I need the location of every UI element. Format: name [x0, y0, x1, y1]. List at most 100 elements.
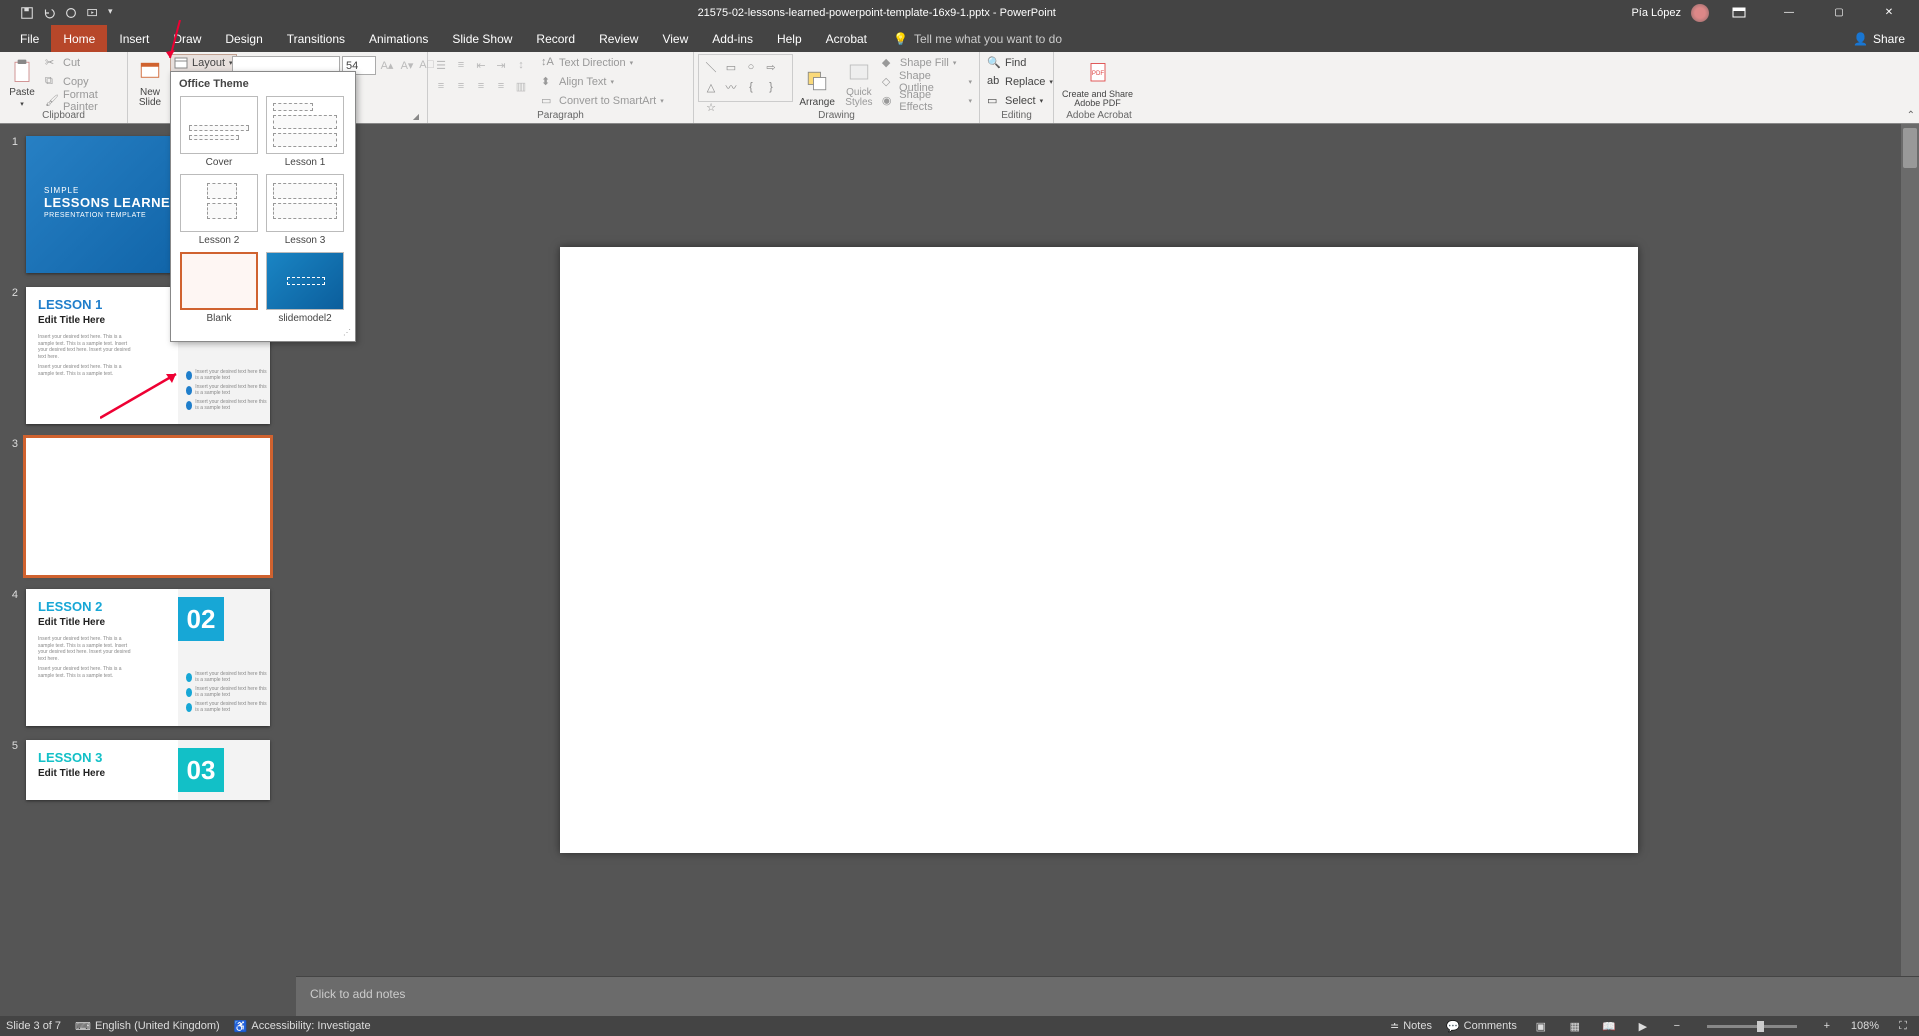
accessibility-status[interactable]: ♿Accessibility: Investigate — [234, 1020, 371, 1033]
share-button[interactable]: 👤 Share — [1839, 25, 1919, 52]
tab-review[interactable]: Review — [587, 25, 650, 52]
layout-option-lesson3[interactable]: Lesson 3 — [265, 174, 345, 246]
collapse-ribbon-icon[interactable]: ⌃ — [1907, 110, 1915, 121]
layout-option-lesson2[interactable]: Lesson 2 — [179, 174, 259, 246]
tab-transitions[interactable]: Transitions — [275, 25, 357, 52]
qat-more-icon[interactable]: ▾ — [108, 6, 122, 20]
shape-rect-icon[interactable]: ▭ — [722, 58, 740, 76]
shape-brace2-icon[interactable]: } — [762, 78, 780, 96]
text-direction-button[interactable]: ↕AText Direction▾ — [538, 54, 667, 72]
align-center-icon[interactable]: ≡ — [452, 77, 470, 95]
numbering-icon[interactable]: ≡ — [452, 56, 470, 74]
tab-view[interactable]: View — [650, 25, 700, 52]
shape-arrow-icon[interactable]: ⇨ — [762, 58, 780, 76]
bullets-icon[interactable]: ☰ — [432, 56, 450, 74]
editing-group-label: Editing — [984, 110, 1049, 123]
shape-oval-icon[interactable]: ○ — [742, 58, 760, 76]
resize-grip-icon[interactable]: ⋰ — [171, 326, 355, 337]
vertical-scrollbar[interactable] — [1901, 124, 1919, 976]
arrange-button[interactable]: Arrange — [795, 54, 839, 110]
format-painter-button[interactable]: 🖌Format Painter — [42, 92, 123, 110]
shape-triangle-icon[interactable]: △ — [702, 78, 720, 96]
notes-pane[interactable]: Click to add notes — [296, 976, 1919, 1016]
user-name[interactable]: Pía López — [1631, 7, 1681, 19]
columns-icon[interactable]: ▥ — [512, 77, 530, 95]
shape-effects-button[interactable]: ◉Shape Effects▾ — [879, 92, 975, 110]
layout-option-lesson1[interactable]: Lesson 1 — [265, 96, 345, 168]
tab-home[interactable]: Home — [51, 25, 107, 52]
tab-design[interactable]: Design — [213, 25, 274, 52]
create-share-pdf-button[interactable]: PDF Create and Share Adobe PDF — [1058, 54, 1137, 110]
slide-info[interactable]: Slide 3 of 7 — [6, 1020, 61, 1032]
annotation-arrow-1 — [165, 20, 195, 60]
layout-option-cover[interactable]: Cover — [179, 96, 259, 168]
normal-view-icon[interactable]: ▣ — [1531, 1018, 1551, 1034]
paste-icon — [8, 57, 36, 85]
new-slide-button[interactable]: New Slide — [132, 54, 168, 110]
font-launcher-icon[interactable]: ◢ — [411, 112, 421, 122]
user-avatar[interactable] — [1691, 4, 1709, 22]
line-spacing-icon[interactable]: ↕ — [512, 56, 530, 74]
tab-animations[interactable]: Animations — [357, 25, 440, 52]
tell-me-search[interactable]: 💡 Tell me what you want to do — [879, 25, 1062, 52]
increase-font-icon[interactable]: A▴ — [378, 56, 396, 74]
align-text-button[interactable]: ⬍Align Text▾ — [538, 73, 667, 91]
slideshow-view-icon[interactable]: ▶ — [1633, 1018, 1653, 1034]
increase-indent-icon[interactable]: ⇥ — [492, 56, 510, 74]
justify-icon[interactable]: ≡ — [492, 77, 510, 95]
slide-canvas[interactable] — [560, 247, 1638, 853]
ribbon-display-icon[interactable] — [1719, 0, 1759, 25]
notes-toggle[interactable]: ≐Notes — [1390, 1020, 1432, 1033]
decrease-font-icon[interactable]: A▾ — [398, 56, 416, 74]
undo-icon[interactable] — [42, 6, 56, 20]
sorter-view-icon[interactable]: ▦ — [1565, 1018, 1585, 1034]
tab-addins[interactable]: Add-ins — [700, 25, 765, 52]
align-right-icon[interactable]: ≡ — [472, 77, 490, 95]
close-button[interactable]: ✕ — [1869, 0, 1909, 25]
slide-thumb-4[interactable]: LESSON 2 Edit Title Here Insert your des… — [26, 589, 270, 726]
shape-brace-icon[interactable]: { — [742, 78, 760, 96]
tab-record[interactable]: Record — [524, 25, 587, 52]
save-icon[interactable] — [20, 6, 34, 20]
comments-toggle[interactable]: 💬Comments — [1446, 1020, 1517, 1033]
paste-button[interactable]: Paste ▾ — [4, 54, 40, 110]
minimize-button[interactable]: — — [1769, 0, 1809, 25]
zoom-in-icon[interactable]: + — [1817, 1018, 1837, 1034]
redo-icon[interactable] — [64, 6, 78, 20]
shape-curve-icon[interactable]: 〰 — [722, 78, 740, 96]
tab-help[interactable]: Help — [765, 25, 814, 52]
select-icon: ▭ — [987, 94, 1001, 108]
lightbulb-icon: 💡 — [893, 32, 908, 46]
slide-canvas-area[interactable] — [296, 124, 1901, 976]
replace-button[interactable]: abReplace▾ — [984, 73, 1056, 91]
select-button[interactable]: ▭Select▾ — [984, 92, 1056, 110]
maximize-button[interactable]: ▢ — [1819, 0, 1859, 25]
quick-styles-button[interactable]: Quick Styles — [841, 54, 877, 110]
align-left-icon[interactable]: ≡ — [432, 77, 450, 95]
reading-view-icon[interactable]: 📖 — [1599, 1018, 1619, 1034]
tab-file[interactable]: File — [8, 25, 51, 52]
tab-insert[interactable]: Insert — [107, 25, 161, 52]
layout-option-blank[interactable]: Blank — [179, 252, 259, 324]
tab-acrobat[interactable]: Acrobat — [814, 25, 879, 52]
find-button[interactable]: 🔍Find — [984, 54, 1056, 72]
shape-line-icon[interactable]: ＼ — [702, 58, 720, 76]
zoom-level[interactable]: 108% — [1851, 1020, 1879, 1032]
slide-thumb-3[interactable] — [26, 438, 270, 575]
zoom-slider[interactable] — [1707, 1025, 1797, 1028]
zoom-out-icon[interactable]: − — [1667, 1018, 1687, 1034]
cut-button[interactable]: ✂Cut — [42, 54, 123, 72]
clipboard-group-label: Clipboard — [4, 110, 123, 123]
shapes-gallery[interactable]: ＼ ▭ ○ ⇨ △ 〰 { } ☆ — [698, 54, 793, 102]
slide-thumb-5[interactable]: LESSON 3 Edit Title Here 03 — [26, 740, 270, 800]
zoom-slider-thumb[interactable] — [1757, 1021, 1764, 1032]
shape-effects-icon: ◉ — [882, 94, 895, 108]
scrollbar-thumb[interactable] — [1903, 128, 1917, 168]
layout-option-slidemodel2[interactable]: slidemodel2 — [265, 252, 345, 324]
decrease-indent-icon[interactable]: ⇤ — [472, 56, 490, 74]
start-from-beginning-icon[interactable] — [86, 6, 100, 20]
fit-to-window-icon[interactable]: ⛶ — [1893, 1018, 1913, 1034]
convert-smartart-button[interactable]: ▭Convert to SmartArt▾ — [538, 92, 667, 110]
tab-slideshow[interactable]: Slide Show — [440, 25, 524, 52]
language-status[interactable]: ⌨English (United Kingdom) — [75, 1020, 220, 1033]
